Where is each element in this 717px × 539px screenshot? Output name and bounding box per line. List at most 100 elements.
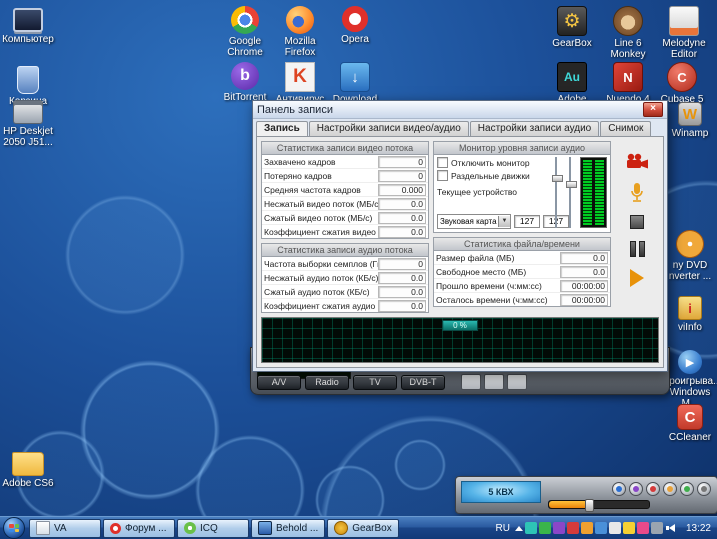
tv-tv-button[interactable]: TV [353,375,397,390]
desktop-icon-melodyne[interactable]: Melodyne Editor [656,6,712,60]
ccleaner-icon: C [677,404,703,430]
left-volume-slider[interactable] [552,157,561,228]
tray-icon[interactable] [595,522,607,534]
mini-player-prev-button[interactable] [612,482,626,496]
desktop-icon-computer[interactable]: Компьютер [0,8,56,45]
video-stats-group: Статистика записи видео потока Захвачено… [261,141,429,239]
language-indicator[interactable]: RU [491,523,515,534]
taskbar-button-va[interactable]: VA [29,519,101,538]
tray-icon[interactable] [581,522,593,534]
audio-stats-group: Статистика записи аудио потока Частота в… [261,243,429,313]
record-video-button[interactable] [625,153,649,170]
tray-icon[interactable] [525,522,537,534]
dvd-disc-icon [676,230,704,258]
tray-icon[interactable] [637,522,649,534]
taskbar-button-label: VA [54,523,67,534]
desktop-icon-nuendo[interactable]: N Nuendo 4 [600,62,656,105]
desktop-icon-dvd-converter[interactable]: ny DVD nverter ... [662,230,717,282]
desktop-icon-antivirus[interactable]: K Антивирус [272,62,328,105]
mini-player-seek-slider[interactable] [548,500,650,509]
tray-expand-icon[interactable] [515,526,523,531]
mini-player-next-button[interactable] [680,482,694,496]
slider-thumb[interactable] [552,175,563,182]
desktop-icon-gearbox[interactable]: ⚙ GearBox [544,6,600,49]
desktop-icon-chrome[interactable]: Google Chrome [217,6,273,58]
tray-icon[interactable] [623,522,635,534]
taskbar-button-label: Behold ... [276,523,318,534]
antivirus-icon: K [285,62,315,92]
desktop-icon-label: viInfo [662,322,717,333]
desktop-icon-wmp[interactable]: ▶ Проигрыва... Windows M... [662,350,717,409]
dialog-titlebar[interactable]: Панель записи × [253,101,667,119]
behold-tv-icon [258,521,272,535]
mini-player-eject-button[interactable] [697,482,711,496]
tab-video-audio-settings[interactable]: Настройки записи видео/аудио [309,121,469,136]
mute-monitor-checkbox[interactable]: Отключить монитор [437,156,541,169]
stat-label: Коэффициент сжатия аудио [264,301,378,311]
pause-icon [630,241,645,257]
right-volume-slider[interactable] [566,157,575,228]
tv-radio-button[interactable]: Radio [305,375,349,390]
record-audio-button[interactable] [629,182,645,203]
tab-record[interactable]: Запись [256,121,308,136]
chevron-down-icon[interactable]: ▼ [498,216,510,227]
slider-thumb[interactable] [566,181,577,188]
start-button[interactable] [3,517,25,539]
taskbar-button-behold[interactable]: Behold ... [251,519,325,538]
chrome-icon [231,6,259,34]
stop-button[interactable] [630,215,644,229]
desktop-icon-firefox[interactable]: Mozilla Firefox [272,6,328,58]
file-stats-group: Статистика файла/времени Размер файла (М… [433,237,611,307]
desktop-icon-aviinfo[interactable]: i viInfo [662,296,717,333]
sound-device-dropdown[interactable]: Звуковая карта ▼ [437,214,511,229]
left-level-value[interactable]: 127 [514,215,540,228]
checkbox-box[interactable] [437,157,448,168]
tab-snapshot[interactable]: Снимок [600,121,651,136]
mini-player: 5 КВХ [455,476,717,514]
volume-icon[interactable] [665,522,678,534]
tray-icon[interactable] [609,522,621,534]
current-device-label: Текущее устройство [437,187,541,197]
checkbox-box[interactable] [437,170,448,181]
stat-value: 00:00:00 [560,280,608,292]
icon-glyph: ↓ [351,69,359,86]
dialog-title: Панель записи [257,104,333,116]
desktop-icon-winamp[interactable]: W Winamp [662,102,717,139]
desktop-icon-line6-monkey[interactable]: Line 6 Monkey [600,6,656,60]
desktop-icon-adobe-audition[interactable]: Au Adobe [544,62,600,105]
mini-player-play-button[interactable] [629,482,643,496]
waveform-display: 0 % [261,317,659,363]
desktop-icon-adobe-cs6[interactable]: Adobe CS6 [0,452,56,489]
close-button[interactable]: × [643,102,663,117]
taskbar-button-gearbox[interactable]: GearBox [327,519,399,538]
desktop-icon-printer[interactable]: HP Deskjet 2050 J51... [0,100,56,148]
mini-player-stop-button[interactable] [663,482,677,496]
tv-dvbt-button[interactable]: DVB-T [401,375,445,390]
desktop-icon-ccleaner[interactable]: C CCleaner [662,404,717,443]
taskbar-clock[interactable]: 13:22 [682,523,717,534]
mini-player-seek-knob[interactable] [585,499,594,512]
taskbar-button-icq[interactable]: ICQ [177,519,249,538]
video-camera-icon [625,153,649,170]
tray-icon[interactable] [651,522,663,534]
desktop-icon-cubase[interactable]: C Cubase 5 [654,62,710,105]
tv-extra-button[interactable] [484,374,504,390]
tray-icon[interactable] [539,522,551,534]
tray-icon[interactable] [553,522,565,534]
stat-row: Осталось времени (ч:мм:сс) 00:00:00 [434,293,610,306]
tv-extra-button[interactable] [461,374,481,390]
desktop-icon-bittorrent[interactable]: b BitTorrent [217,62,273,103]
mini-player-pause-button[interactable] [646,482,660,496]
taskbar-button-forum[interactable]: Форум ... [103,519,175,538]
desktop-icon-opera[interactable]: Opera [327,6,383,45]
tab-audio-settings[interactable]: Настройки записи аудио [470,121,599,136]
icon-glyph: C [685,409,696,426]
play-button[interactable] [630,269,644,287]
desktop-icon-download[interactable]: ↓ Download [327,62,383,105]
pause-button[interactable] [630,241,645,257]
tv-av-button[interactable]: A/V [257,375,301,390]
stat-value: 0 [378,258,426,270]
tray-icon[interactable] [567,522,579,534]
tv-extra-button[interactable] [507,374,527,390]
split-sliders-checkbox[interactable]: Раздельные движки [437,169,541,182]
